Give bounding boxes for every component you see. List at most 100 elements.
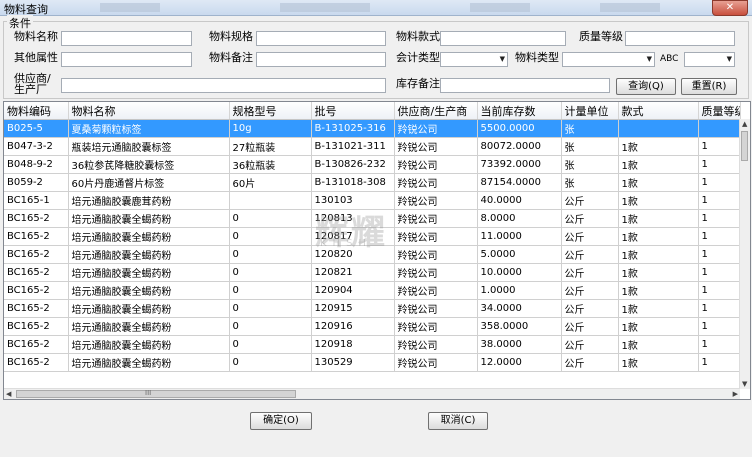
table-cell: 1款 — [618, 173, 699, 192]
table-cell: 0 — [229, 227, 312, 246]
reset-button[interactable]: 重置(R) — [681, 78, 737, 95]
column-header[interactable]: 供应商/生产商 — [394, 102, 478, 120]
abc-label: ABC — [660, 54, 679, 64]
table-row[interactable]: BC165-2 培元通脑胶囊全蝎药粉 0 120915 羚锐公司 34.0000 公斤 1款 1 — [4, 299, 741, 318]
table-cell: 1 — [698, 335, 741, 354]
table-cell — [229, 191, 312, 210]
table-cell: 130529 — [311, 353, 395, 372]
close-button[interactable]: ✕ — [712, 0, 748, 16]
table-cell: B-130826-232 — [311, 155, 395, 174]
table-cell: 120916 — [311, 317, 395, 336]
table-cell: 羚锐公司 — [394, 281, 478, 300]
table-cell: 1款 — [618, 137, 699, 156]
scroll-up-icon[interactable]: ▲ — [742, 120, 747, 128]
other-attr-input[interactable] — [61, 52, 192, 67]
table-cell: 36粒瓶装 — [229, 155, 312, 174]
table-cell: B-131021-311 — [311, 137, 395, 156]
quality-grade-label: 质量等级 — [579, 30, 623, 43]
watermark-sub: KHSH — [320, 238, 372, 249]
table-cell: 培元通脑胶囊全蝎药粉 — [68, 299, 230, 318]
table-cell: 1 — [698, 263, 741, 282]
table-cell: 120915 — [311, 299, 395, 318]
table-row[interactable]: BC165-2 培元通脑胶囊全蝎药粉 0 120916 羚锐公司 358.0000 公斤 1款… — [4, 317, 741, 336]
table-cell: 0 — [229, 317, 312, 336]
scroll-right-icon[interactable]: ▶ — [733, 390, 738, 398]
material-remark-input[interactable] — [256, 52, 386, 67]
material-style-input[interactable] — [440, 31, 566, 46]
material-name-input[interactable] — [61, 31, 192, 46]
table-cell: 瓶装培元通脑胶囊标签 — [68, 137, 230, 156]
table-row[interactable]: BC165-2 培元通脑胶囊全蝎药粉 0 120904 羚锐公司 1.0000 公斤 1款 1 — [4, 281, 741, 300]
blurred-region — [470, 3, 530, 12]
abc-select[interactable] — [684, 52, 735, 67]
material-style-label: 物料款式 — [396, 30, 440, 43]
table-cell: 1 — [698, 191, 741, 210]
column-header[interactable]: 物料名称 — [68, 102, 230, 120]
table-cell: 5.0000 — [477, 245, 562, 264]
table-row[interactable]: B047-3-2 瓶装培元通脑胶囊标签 27粒瓶装 B-131021-311 羚锐公司 8… — [4, 137, 741, 156]
table-row[interactable]: BC165-2 培元通脑胶囊全蝎药粉 0 120821 羚锐公司 10.0000 公斤 1款 1 — [4, 263, 741, 282]
table-cell: 0 — [229, 263, 312, 282]
close-icon: ✕ — [725, 2, 735, 13]
material-spec-input[interactable] — [256, 31, 386, 46]
table-cell: 38.0000 — [477, 335, 562, 354]
stock-remark-input[interactable] — [440, 78, 610, 93]
table-cell: BC165-2 — [4, 317, 69, 336]
ok-button[interactable]: 确定(O) — [250, 412, 312, 430]
table-cell: 培元通脑胶囊鹿茸药粉 — [68, 191, 230, 210]
table-cell: 27粒瓶装 — [229, 137, 312, 156]
table-cell: 培元通脑胶囊全蝎药粉 — [68, 353, 230, 372]
table-cell: 培元通脑胶囊全蝎药粉 — [68, 209, 230, 228]
table-cell: 1 — [698, 353, 741, 372]
blurred-region — [280, 3, 370, 12]
table-cell: B-131018-308 — [311, 173, 395, 192]
table-cell: 0 — [229, 209, 312, 228]
scroll-left-icon[interactable]: ◀ — [6, 390, 11, 398]
table-cell: 张 — [561, 119, 619, 138]
quality-grade-input[interactable] — [625, 31, 735, 46]
horizontal-scrollbar[interactable]: ◀ III ▶ — [4, 388, 740, 399]
column-header[interactable]: 当前库存数 — [477, 102, 562, 120]
table-cell: 培元通脑胶囊全蝎药粉 — [68, 227, 230, 246]
table-cell: 羚锐公司 — [394, 335, 478, 354]
table-cell: 羚锐公司 — [394, 227, 478, 246]
grid-header: 物料编码物料名称规格型号批号供应商/生产商当前库存数计量单位款式质量等级 — [4, 102, 741, 120]
column-header[interactable]: 计量单位 — [561, 102, 619, 120]
table-cell: 张 — [561, 173, 619, 192]
query-button[interactable]: 查询(Q) — [616, 78, 676, 95]
table-cell: 公斤 — [561, 245, 619, 264]
table-cell: 公斤 — [561, 335, 619, 354]
column-header[interactable]: 款式 — [618, 102, 699, 120]
table-cell: 张 — [561, 137, 619, 156]
table-cell: 60片 — [229, 173, 312, 192]
vertical-scroll-thumb[interactable] — [741, 131, 748, 161]
table-cell: 培元通脑胶囊全蝎药粉 — [68, 317, 230, 336]
table-cell: 40.0000 — [477, 191, 562, 210]
table-cell: 0 — [229, 245, 312, 264]
column-header[interactable]: 规格型号 — [229, 102, 312, 120]
table-cell: 培元通脑胶囊全蝎药粉 — [68, 245, 230, 264]
table-row[interactable]: BC165-2 培元通脑胶囊全蝎药粉 0 130529 羚锐公司 12.0000 公斤 1款 1 — [4, 353, 741, 372]
table-cell: 羚锐公司 — [394, 209, 478, 228]
scroll-down-icon[interactable]: ▼ — [742, 380, 747, 388]
table-row[interactable]: B059-2 60片丹鹿通督片标签 60片 B-131018-308 羚锐公司 87154… — [4, 173, 741, 192]
supplier-input[interactable] — [61, 78, 386, 93]
cancel-button[interactable]: 取消(C) — [428, 412, 488, 430]
table-cell: BC165-2 — [4, 335, 69, 354]
title-bar: 物料查询 ✕ — [0, 0, 752, 16]
table-cell: 培元通脑胶囊全蝎药粉 — [68, 281, 230, 300]
horizontal-scroll-thumb[interactable]: III — [16, 389, 296, 398]
blurred-region — [100, 3, 160, 12]
vertical-scrollbar[interactable]: ▲ ▼ — [739, 119, 750, 389]
table-cell: 8.0000 — [477, 209, 562, 228]
accounting-type-select[interactable] — [440, 52, 508, 67]
table-cell: 羚锐公司 — [394, 155, 478, 174]
column-header[interactable]: 质量等级 — [698, 102, 741, 120]
table-row[interactable]: BC165-2 培元通脑胶囊全蝎药粉 0 120918 羚锐公司 38.0000 公斤 1款 1 — [4, 335, 741, 354]
table-row[interactable]: B048-9-2 36粒参芪降糖胶囊标签 36粒瓶装 B-130826-232 羚锐公司… — [4, 155, 741, 174]
table-cell: 0 — [229, 299, 312, 318]
table-row[interactable]: B025-5 夏桑菊颗粒标签 10g B-131025-316 羚锐公司 5500.000… — [4, 119, 741, 138]
column-header[interactable]: 物料编码 — [4, 102, 69, 120]
column-header[interactable]: 批号 — [311, 102, 395, 120]
material-type-select[interactable] — [562, 52, 655, 67]
